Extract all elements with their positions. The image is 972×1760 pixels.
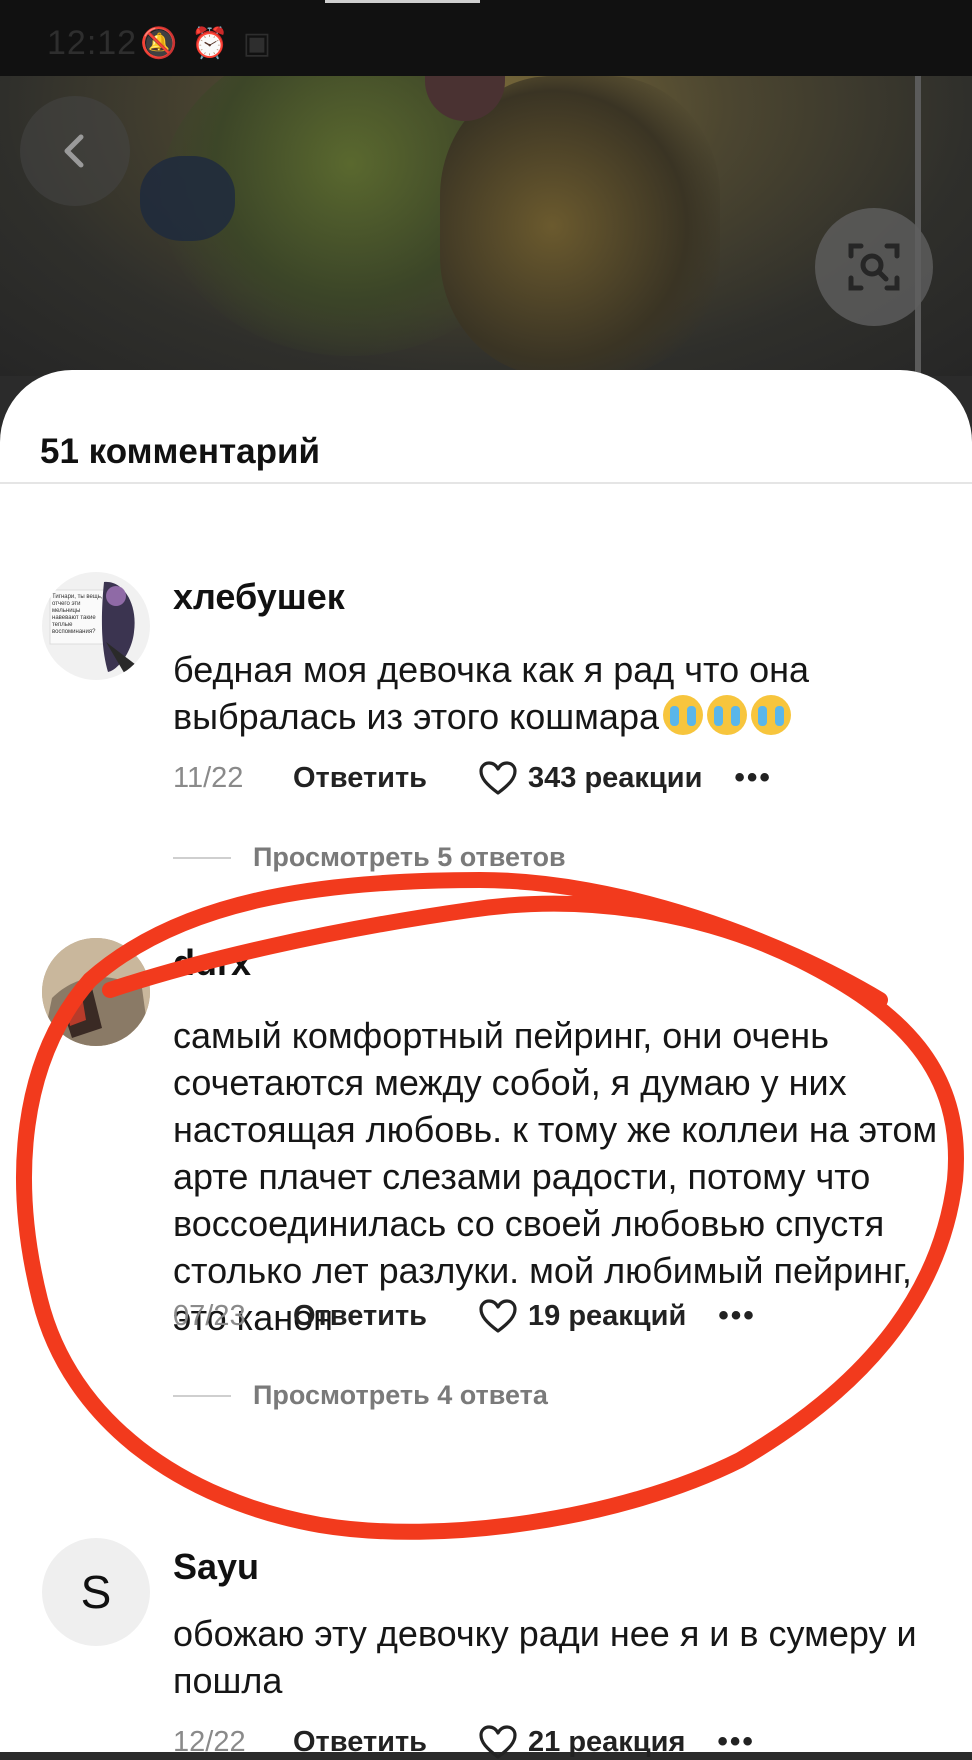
heart-icon <box>479 761 517 795</box>
visual-search-button[interactable] <box>815 208 933 326</box>
comment-date: 07/23 <box>173 1299 246 1332</box>
reactions-button[interactable]: 343 реакции <box>478 760 702 796</box>
artwork-figure <box>440 76 720 376</box>
crying-face-icon <box>662 695 703 735</box>
comment-actions: 12/22 Ответить 21 реакция ••• <box>173 1724 755 1760</box>
avatar-image <box>42 938 150 1046</box>
divider <box>0 482 972 484</box>
comment-actions: 11/22 Ответить 343 реакции ••• <box>173 760 772 796</box>
status-time: 12:12 <box>47 24 138 62</box>
comment-date: 12/22 <box>173 1725 246 1758</box>
crying-face-icon <box>706 695 747 735</box>
more-options-icon[interactable]: ••• <box>734 761 772 795</box>
heart-icon <box>479 1725 517 1759</box>
view-replies-label: Просмотреть 5 ответов <box>253 842 566 872</box>
comment-author[interactable]: durx <box>173 942 251 984</box>
reactions-button[interactable]: 19 реакций <box>478 1298 686 1334</box>
reactions-count: 19 реакций <box>528 1299 687 1332</box>
pin-image[interactable] <box>0 76 972 376</box>
comment-text: бедная моя девочка как я рад что она выб… <box>173 646 943 740</box>
status-icons: 🔕 ⏰ ▣ <box>140 26 271 61</box>
avatar-caption: Тигнари, ты вещь, отчего эти мельницы на… <box>52 594 103 635</box>
back-button[interactable] <box>20 96 130 206</box>
comment-author[interactable]: хлебушек <box>173 576 345 618</box>
reply-button[interactable]: Ответить <box>293 1300 478 1333</box>
comments-count-title: 51 комментарий <box>40 432 321 471</box>
heart-icon <box>479 1299 517 1333</box>
reactions-count: 21 реакция <box>528 1725 686 1758</box>
comment-text: самый комфортный пейринг, они очень соче… <box>173 1015 938 1338</box>
artwork-detail <box>140 156 235 241</box>
back-arrow-icon <box>64 134 84 168</box>
gesture-indicator <box>325 0 480 3</box>
avatar[interactable]: Тигнари, ты вещь, отчего эти мельницы на… <box>42 572 150 680</box>
mute-icon: 🔕 <box>140 27 178 60</box>
reply-button[interactable]: Ответить <box>293 762 478 795</box>
status-bar: 12:12 🔕 ⏰ ▣ <box>0 0 972 76</box>
comment-actions: 07/23 Ответить 19 реакций ••• <box>173 1298 756 1334</box>
comment-author[interactable]: Sayu <box>173 1546 259 1588</box>
avatar[interactable] <box>42 938 150 1046</box>
avatar[interactable]: S <box>42 1538 150 1646</box>
view-replies-link[interactable]: Просмотреть 4 ответа <box>173 1380 548 1411</box>
view-replies-link[interactable]: Просмотреть 5 ответов <box>173 842 566 873</box>
crying-face-icon <box>750 695 791 735</box>
alarm-icon: ⏰ <box>191 27 229 60</box>
more-options-icon[interactable]: ••• <box>718 1299 756 1333</box>
avatar-initial: S <box>80 1566 112 1618</box>
divider <box>173 1394 231 1397</box>
reactions-button[interactable]: 21 реакция <box>478 1724 685 1760</box>
reply-button[interactable]: Ответить <box>293 1726 478 1759</box>
divider <box>173 856 231 859</box>
comment-text: обожаю эту девочку ради нее я и в сумеру… <box>173 1613 917 1701</box>
notification-icon: ▣ <box>242 27 272 60</box>
reactions-count: 343 реакции <box>528 761 703 794</box>
more-options-icon[interactable]: ••• <box>717 1725 755 1759</box>
lens-search-icon <box>848 243 900 291</box>
view-replies-label: Просмотреть 4 ответа <box>253 1380 548 1410</box>
comment-date: 11/22 <box>173 761 244 794</box>
